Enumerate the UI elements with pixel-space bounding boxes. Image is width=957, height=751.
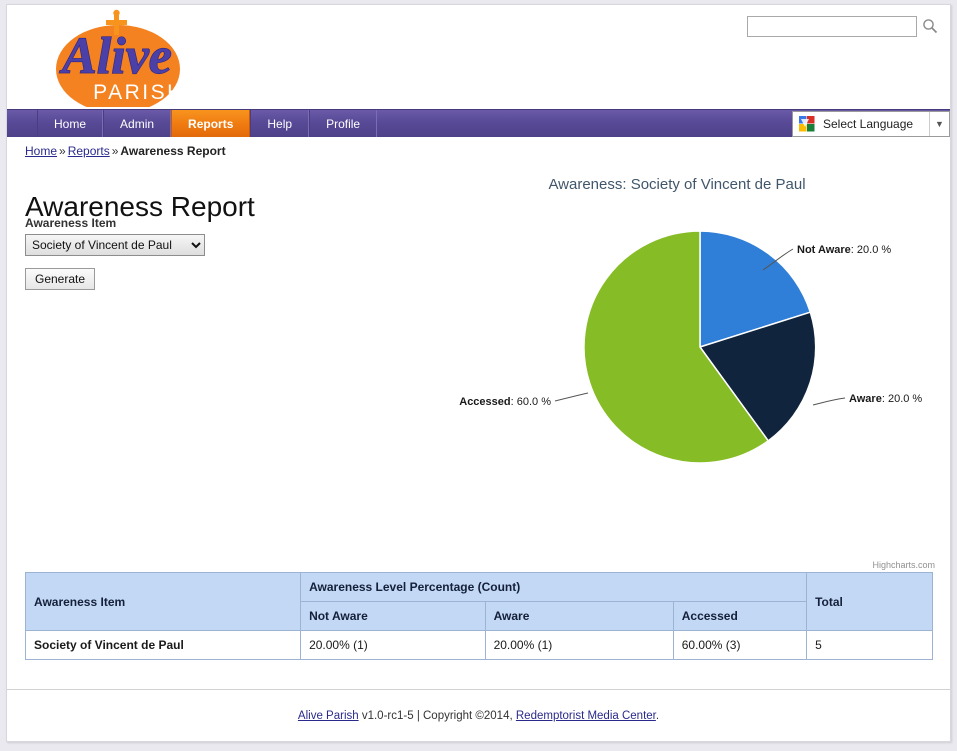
pie-label-not-aware-name: Not Aware	[797, 244, 851, 256]
pie-label-aware: Aware: 20.0 %	[849, 393, 922, 405]
cell-aware: 20.00% (1)	[485, 631, 673, 660]
app-screenshot: Alive PARISH Home Admin Reports Help P	[0, 0, 957, 751]
pie-label-not-aware-value: 20.0 %	[857, 244, 891, 256]
breadcrumb-separator-1: »	[59, 144, 66, 158]
pie-label-aware-value: 20.0 %	[888, 393, 922, 405]
pie-label-accessed: Accessed: 60.0 %	[459, 396, 551, 408]
nav-item-home[interactable]: Home	[37, 110, 103, 137]
site-footer: Alive Parish v1.0-rc1-5 | Copyright ©201…	[7, 689, 950, 741]
nav-item-admin[interactable]: Admin	[103, 110, 171, 137]
breadcrumb: Home»Reports»Awareness Report	[7, 137, 950, 162]
main-navigation: Home Admin Reports Help Profile Select L…	[7, 109, 950, 137]
awareness-item-label: Awareness Item	[25, 216, 205, 230]
breadcrumb-link-home[interactable]: Home	[25, 144, 57, 158]
site-header: Alive PARISH	[7, 5, 950, 109]
th-total: Total	[807, 573, 933, 631]
footer-link-media-center[interactable]: Redemptorist Media Center	[516, 710, 656, 722]
footer-link-alive-parish[interactable]: Alive Parish	[298, 710, 359, 722]
svg-text:Alive: Alive	[59, 28, 172, 85]
table-header-row-1: Awareness Item Awareness Level Percentag…	[26, 573, 933, 602]
footer-version: v1.0-rc1-5	[362, 710, 414, 722]
search-button[interactable]	[920, 15, 940, 37]
pie-label-accessed-name: Accessed	[459, 396, 510, 408]
nav-item-reports[interactable]: Reports	[171, 110, 250, 137]
search-area	[747, 13, 943, 39]
cell-total: 5	[807, 631, 933, 660]
language-selector-label: Select Language	[819, 117, 929, 131]
footer-period: .	[656, 710, 659, 722]
table-head: Awareness Item Awareness Level Percentag…	[26, 573, 933, 631]
nav-item-profile[interactable]: Profile	[309, 110, 377, 137]
th-awareness-item: Awareness Item	[26, 573, 301, 631]
cell-awareness-item: Society of Vincent de Paul	[26, 631, 301, 660]
nav-item-help[interactable]: Help	[250, 110, 309, 137]
chart-title: Awareness: Society of Vincent de Paul	[407, 162, 947, 193]
th-aware: Aware	[485, 602, 673, 631]
cell-accessed: 60.00% (3)	[673, 631, 806, 660]
generate-button[interactable]: Generate	[25, 268, 95, 290]
th-not-aware: Not Aware	[301, 602, 486, 631]
page-container: Alive PARISH Home Admin Reports Help P	[6, 4, 951, 742]
search-icon	[922, 18, 938, 34]
search-input[interactable]	[747, 16, 917, 37]
language-selector[interactable]: Select Language ▼	[792, 111, 950, 137]
alive-parish-logo[interactable]: Alive PARISH	[21, 7, 221, 107]
main-content: Awareness Report Awareness Item Society …	[7, 162, 950, 722]
pie-chart-svg: Not Aware: 20.0 % Aware: 20.0 % Accessed…	[407, 192, 947, 492]
awareness-report-table: Awareness Item Awareness Level Percentag…	[25, 572, 933, 660]
th-awareness-level-group: Awareness Level Percentage (Count)	[301, 573, 807, 602]
pie-label-accessed-value: 60.0 %	[517, 396, 551, 408]
awareness-pie-chart: Awareness: Society of Vincent de Paul No…	[407, 162, 947, 562]
footer-text: Alive Parish v1.0-rc1-5 | Copyright ©201…	[298, 710, 659, 722]
google-translate-icon	[798, 115, 816, 133]
breadcrumb-link-reports[interactable]: Reports	[68, 144, 110, 158]
awareness-item-select[interactable]: Society of Vincent de Paul	[25, 234, 205, 256]
footer-copyright: | Copyright ©2014,	[414, 710, 516, 722]
leader-line-aware	[813, 398, 845, 405]
chevron-down-icon[interactable]: ▼	[929, 112, 949, 136]
logo-graphic: Alive PARISH	[21, 7, 221, 107]
svg-text:PARISH: PARISH	[93, 81, 185, 104]
table-row: Society of Vincent de Paul 20.00% (1) 20…	[26, 631, 933, 660]
cell-not-aware: 20.00% (1)	[301, 631, 486, 660]
report-filter-form: Awareness Item Society of Vincent de Pau…	[25, 216, 205, 290]
table-body: Society of Vincent de Paul 20.00% (1) 20…	[26, 631, 933, 660]
breadcrumb-current: Awareness Report	[120, 144, 225, 158]
th-accessed: Accessed	[673, 602, 806, 631]
highcharts-credit[interactable]: Highcharts.com	[872, 560, 935, 570]
breadcrumb-separator-2: »	[112, 144, 119, 158]
pie-label-not-aware: Not Aware: 20.0 %	[797, 244, 891, 256]
pie-label-aware-name: Aware	[849, 393, 882, 405]
leader-line-accessed	[555, 393, 588, 401]
